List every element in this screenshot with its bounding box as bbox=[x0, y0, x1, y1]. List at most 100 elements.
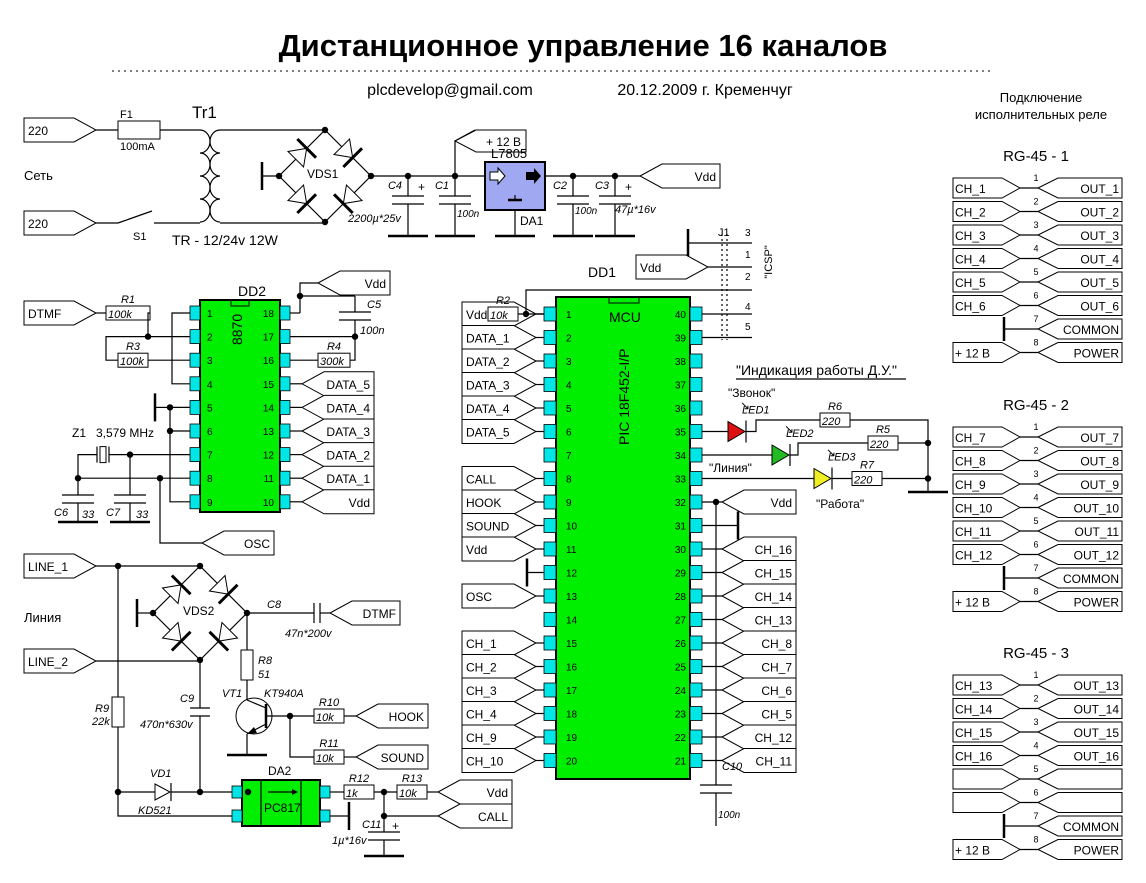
connector-output-label[interactable] bbox=[1036, 792, 1123, 813]
dtmf-pin bbox=[189, 352, 201, 368]
mcu-pin bbox=[689, 753, 703, 768]
connector-pin-number: 5 bbox=[1033, 516, 1038, 526]
mcu-pin bbox=[543, 682, 557, 698]
connector-channel-text: CH_13 bbox=[955, 679, 993, 693]
dtmf-input-label-text: DTMF bbox=[28, 307, 61, 321]
mcu-pin bbox=[543, 494, 557, 510]
cap-value: 470n*630v bbox=[140, 719, 194, 731]
resistor-r5-ref: R5 bbox=[876, 424, 891, 436]
diode-vd1 bbox=[154, 783, 172, 801]
pin-number: 16 bbox=[566, 663, 578, 674]
connector-pin-number: 2 bbox=[1033, 446, 1038, 456]
connector-pin-number: 3 bbox=[1033, 469, 1038, 479]
bridge-ref: VDS2 bbox=[183, 604, 215, 618]
connector-pin-number: 4 bbox=[1033, 493, 1038, 503]
mcu-chip-name: PIC 18F452-I/P bbox=[616, 349, 632, 446]
dtmf-pin bbox=[279, 305, 291, 321]
connector-pin-number: 7 bbox=[1033, 314, 1038, 324]
connector-output-text: OUT_14 bbox=[1074, 703, 1120, 717]
connector-title: RG-45 - 3 bbox=[1003, 645, 1069, 662]
icsp-ref: J1 bbox=[718, 227, 730, 239]
crystal-z1 bbox=[99, 446, 107, 464]
connector-channel-text: CH_4 bbox=[955, 253, 986, 267]
pin-number: 4 bbox=[207, 380, 213, 391]
mcu-pin bbox=[689, 494, 703, 510]
connector-output-label[interactable] bbox=[1036, 768, 1123, 790]
icsp-label: "ICSP" bbox=[763, 245, 775, 279]
dtmf-output-data_3-text: DATA_3 bbox=[326, 425, 370, 439]
connector-channel-text: CH_11 bbox=[955, 525, 992, 539]
connector-pin-number: 4 bbox=[1033, 244, 1038, 254]
mcu-pin bbox=[689, 447, 703, 463]
pin-number: 10 bbox=[263, 498, 275, 509]
transformer-ref: Tr1 bbox=[192, 103, 217, 122]
pin-number: 27 bbox=[675, 616, 687, 627]
led-led1 bbox=[727, 420, 746, 443]
connector-channel-text: CH_16 bbox=[955, 750, 993, 764]
osc-label-text: OSC bbox=[244, 537, 270, 551]
cap-ref: C2 bbox=[553, 180, 567, 192]
switch-ref: S1 bbox=[133, 231, 146, 243]
cap-polarity: + bbox=[392, 819, 399, 833]
connector-channel-text: CH_8 bbox=[955, 455, 986, 469]
junction-dot bbox=[321, 218, 329, 226]
dtmf-chip-name: 8870 bbox=[229, 314, 245, 345]
mcu-left-label-ch_10-text: CH_10 bbox=[466, 755, 504, 769]
cap-value: 2200µ*25v bbox=[347, 213, 402, 225]
dtmf-output-data_5-text: DATA_5 bbox=[326, 378, 370, 392]
connector-channel-text: CH_1 bbox=[955, 182, 986, 196]
connector-output-text: OUT_6 bbox=[1080, 300, 1119, 314]
resistor-r12-value: 1k bbox=[346, 788, 358, 800]
pin-number: 16 bbox=[263, 356, 275, 367]
connector-channel-label[interactable] bbox=[952, 768, 1022, 790]
line-dtmf-label-text: DTMF bbox=[363, 607, 396, 621]
connector-pin-number: 8 bbox=[1033, 338, 1038, 348]
crystal-value: 3,579 MHz bbox=[96, 426, 154, 440]
pin-number: 18 bbox=[263, 309, 275, 320]
pin-number: 30 bbox=[675, 545, 687, 556]
pin-number: 10 bbox=[566, 522, 578, 533]
dtmf-pin bbox=[279, 470, 291, 486]
fuse-ref: F1 bbox=[120, 109, 133, 121]
mcu-pin bbox=[543, 541, 557, 557]
wire bbox=[299, 282, 318, 313]
mcu-pin bbox=[689, 706, 703, 721]
connector-output-text: POWER bbox=[1074, 844, 1120, 858]
led-name: "Работа" bbox=[816, 497, 864, 511]
mcu-pin bbox=[543, 330, 557, 345]
pin-number: 13 bbox=[263, 427, 275, 438]
connector-output-text: POWER bbox=[1074, 347, 1120, 361]
pin-number: 8 bbox=[207, 474, 213, 485]
connector-output-text: OUT_12 bbox=[1074, 549, 1120, 563]
dtmf-pin bbox=[189, 423, 201, 439]
connector-pin-number: 6 bbox=[1033, 540, 1038, 550]
icsp-pin-number: 2 bbox=[745, 272, 751, 283]
connector-pin-number: 4 bbox=[1033, 741, 1038, 751]
author-email[interactable]: plcdevelop@gmail.com bbox=[367, 82, 533, 99]
resistor-r1-value: 100k bbox=[108, 309, 132, 321]
resistor-r13-ref: R13 bbox=[402, 773, 423, 785]
pin-number: 8 bbox=[566, 475, 572, 486]
mcu-pin bbox=[543, 447, 557, 463]
dtmf-output-data_1-text: DATA_1 bbox=[326, 472, 370, 486]
pin-number: 31 bbox=[675, 522, 687, 533]
mcu-left-label-data_5-text: DATA_5 bbox=[466, 426, 510, 440]
pin-number: 15 bbox=[263, 380, 275, 391]
mcu-left-label-ch_9-text: CH_9 bbox=[466, 731, 497, 745]
diode-value: KD521 bbox=[138, 805, 172, 817]
connector-output-text: OUT_15 bbox=[1074, 726, 1120, 740]
pin-number: 12 bbox=[263, 451, 275, 462]
mcu-pin bbox=[543, 753, 557, 768]
connector-pin-number: 2 bbox=[1033, 197, 1038, 207]
dtmf-pin bbox=[189, 447, 201, 463]
mcu-pin bbox=[543, 729, 557, 745]
mcu-right-label-ch_15-text: CH_15 bbox=[755, 567, 793, 581]
mcu-pin bbox=[689, 471, 703, 486]
pin-number: 14 bbox=[566, 616, 578, 627]
resistor-r3-ref: R3 bbox=[126, 341, 141, 353]
dtmf-pin bbox=[189, 470, 201, 486]
mains-label: Сеть bbox=[24, 168, 53, 183]
connector-channel-text: CH_6 bbox=[955, 300, 986, 314]
wire bbox=[159, 478, 202, 544]
connector-channel-label[interactable] bbox=[952, 792, 1022, 813]
